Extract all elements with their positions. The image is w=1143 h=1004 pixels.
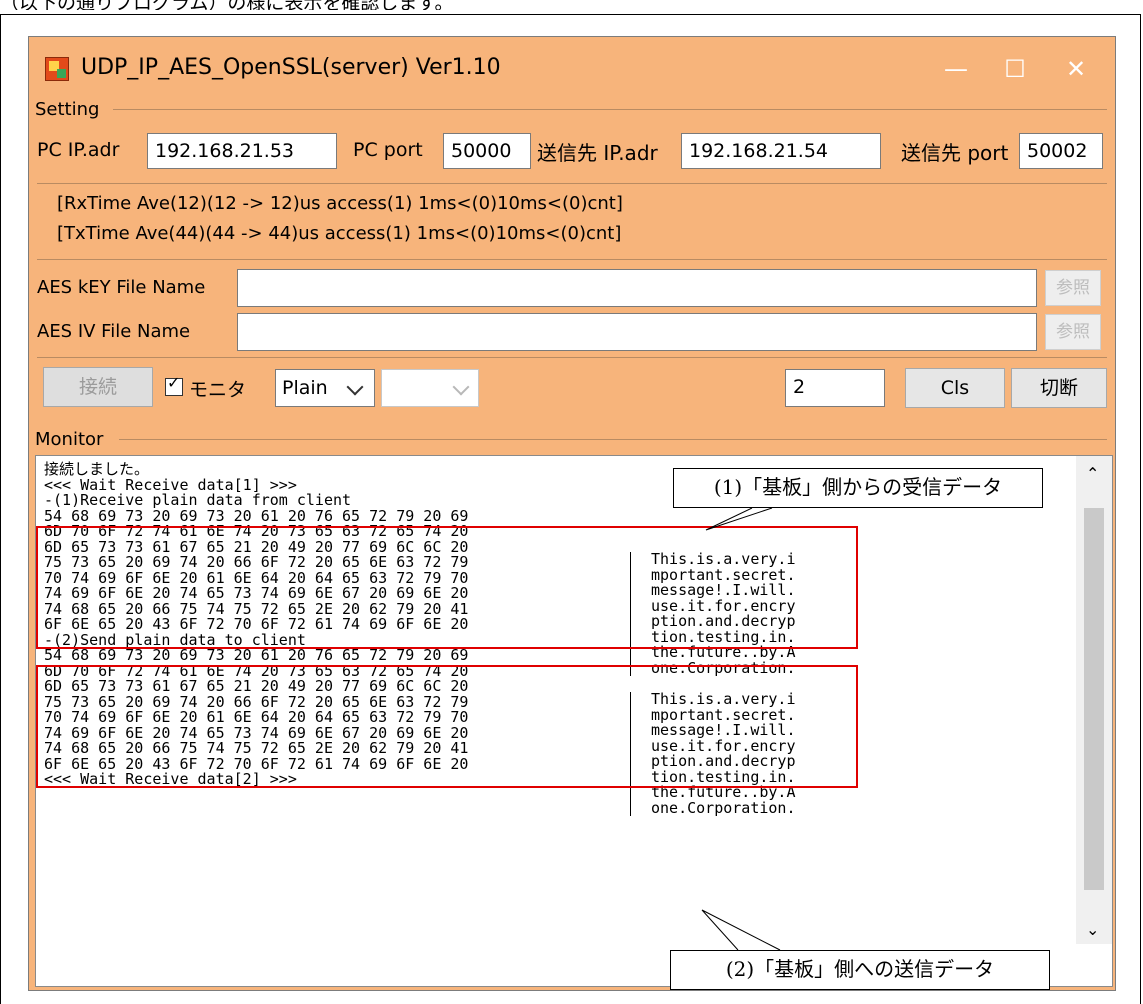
pc-port-label: PC port: [353, 139, 423, 161]
dest-ip-label: 送信先 IP.adr: [537, 141, 658, 165]
minimize-button[interactable]: —: [933, 49, 979, 89]
maximize-button[interactable]: ☐: [992, 49, 1038, 89]
pc-port-input[interactable]: 50000: [443, 133, 531, 169]
tx-data-highlight: [36, 665, 858, 788]
pc-ip-input[interactable]: 192.168.21.53: [147, 133, 337, 169]
aes-iv-browse-button[interactable]: 参照: [1045, 314, 1101, 350]
document-top-text: （以下の通りプログラム）の様に表示を確認します。: [0, 0, 1143, 10]
monitor-legend: Monitor: [35, 429, 104, 450]
rx-time-status: [RxTime Ave(12)(12 -> 12)us access(1) 1m…: [57, 193, 623, 214]
close-button[interactable]: ✕: [1053, 49, 1099, 89]
status-group-top: [37, 183, 1107, 184]
rx-callout: (1)「基板」側からの受信データ: [673, 468, 1043, 508]
monitor-group-line: [119, 439, 1107, 440]
status-group-bottom: [37, 259, 1107, 260]
aes-key-browse-button[interactable]: 参照: [1045, 270, 1101, 306]
app-icon: [45, 57, 69, 81]
aes-key-label: AES kEY File Name: [37, 277, 206, 298]
setting-group-line: [113, 109, 1107, 110]
tx-callout: (2)「基板」側への送信データ: [670, 950, 1050, 990]
aes-key-input[interactable]: [237, 269, 1037, 307]
rx-data-highlight: [36, 526, 858, 649]
aes-iv-label: AES IV File Name: [37, 321, 191, 342]
pc-ip-label: PC IP.adr: [37, 139, 120, 161]
app-window: UDP_IP_AES_OpenSSL(server) Ver1.10 — ☐ ✕…: [28, 36, 1116, 991]
scroll-up-icon[interactable]: ⌃: [1086, 464, 1099, 483]
title-bar: UDP_IP_AES_OpenSSL(server) Ver1.10 — ☐ ✕: [29, 37, 1115, 103]
aes-iv-input[interactable]: [237, 313, 1037, 351]
connect-button[interactable]: 接続: [43, 367, 153, 407]
disconnect-button[interactable]: 切断: [1011, 368, 1107, 408]
cls-button[interactable]: Cls: [905, 368, 1005, 408]
monitor-scrollbar[interactable]: ⌃ ⌄: [1076, 456, 1112, 944]
monitor-check-icon: ✓: [167, 373, 181, 392]
dest-ip-input[interactable]: 192.168.21.54: [681, 133, 881, 169]
dest-port-label: 送信先 port: [901, 141, 1009, 165]
window-title: UDP_IP_AES_OpenSSL(server) Ver1.10: [81, 55, 501, 80]
monitor-check-label: モニタ: [189, 379, 247, 401]
dest-port-input[interactable]: 50002: [1019, 133, 1103, 169]
scroll-down-icon[interactable]: ⌄: [1086, 920, 1099, 939]
tx-time-status: [TxTime Ave(44)(44 -> 44)us access(1) 1m…: [57, 223, 622, 244]
count-input[interactable]: 2: [785, 369, 885, 407]
controls-group-top: [37, 357, 1107, 358]
scroll-thumb[interactable]: [1084, 508, 1104, 890]
setting-legend: Setting: [35, 99, 100, 120]
